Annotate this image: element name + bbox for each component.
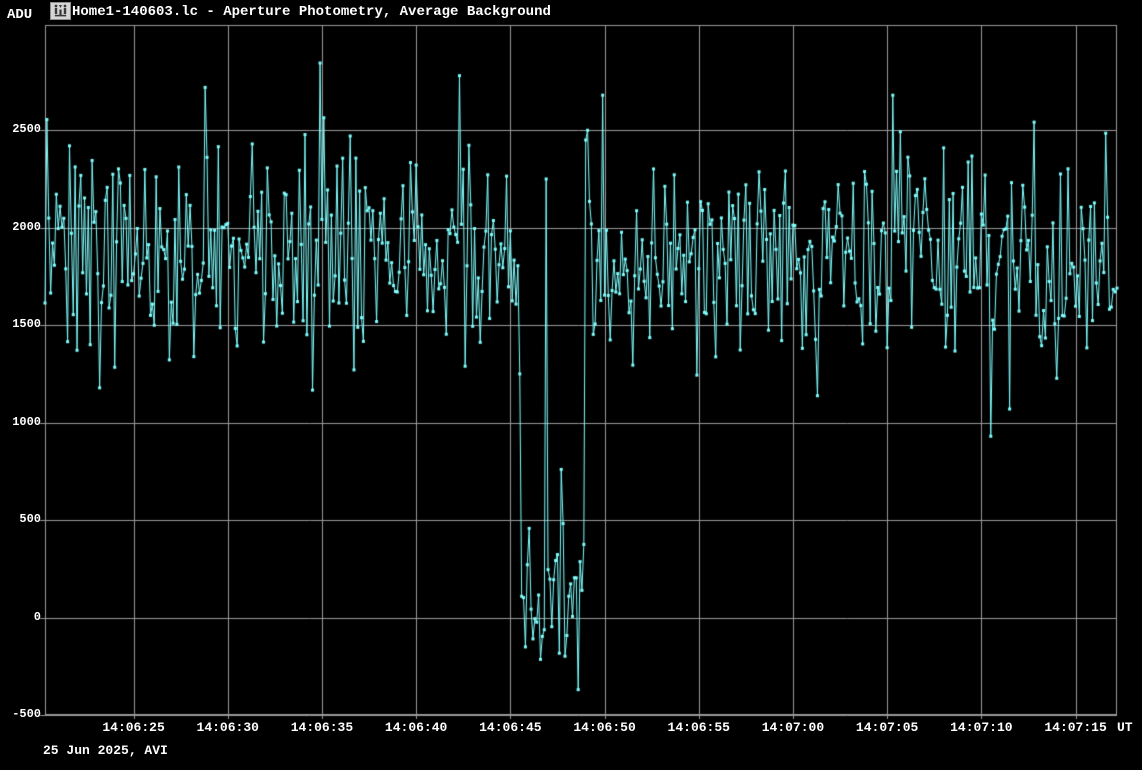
app-icon <box>50 2 71 25</box>
x-tick-label: 14:06:50 <box>573 721 635 735</box>
x-tick-label: 14:07:15 <box>1044 721 1106 735</box>
x-tick-label: 14:06:30 <box>197 721 259 735</box>
light-curve-plot-canvas[interactable] <box>0 0 1142 770</box>
x-tick-label: 14:07:00 <box>762 721 824 735</box>
x-tick-label: 14:06:55 <box>668 721 730 735</box>
y-tick-label: 1000 <box>0 416 41 429</box>
window-title: Home1-140603.lc - Aperture Photometry, A… <box>72 5 551 20</box>
date-source-label: 25 Jun 2025, AVI <box>43 744 168 758</box>
x-tick-label: 14:07:10 <box>950 721 1012 735</box>
y-tick-label: -500 <box>0 708 41 721</box>
y-tick-label: 2000 <box>0 221 41 234</box>
x-axis-unit-label: UT <box>1117 721 1133 735</box>
x-tick-label: 14:06:25 <box>102 721 164 735</box>
y-axis-unit-label: ADU <box>7 8 32 23</box>
x-tick-label: 14:06:40 <box>385 721 447 735</box>
y-tick-label: 2500 <box>0 123 41 136</box>
x-tick-label: 14:06:35 <box>291 721 353 735</box>
x-tick-label: 14:06:45 <box>479 721 541 735</box>
light-curve-window: ADU Home1-140603.lc - Aperture Photometr… <box>0 0 1142 770</box>
y-tick-label: 0 <box>0 611 41 624</box>
y-tick-label: 1500 <box>0 318 41 331</box>
x-tick-label: 14:07:05 <box>856 721 918 735</box>
y-tick-label: 500 <box>0 513 41 526</box>
